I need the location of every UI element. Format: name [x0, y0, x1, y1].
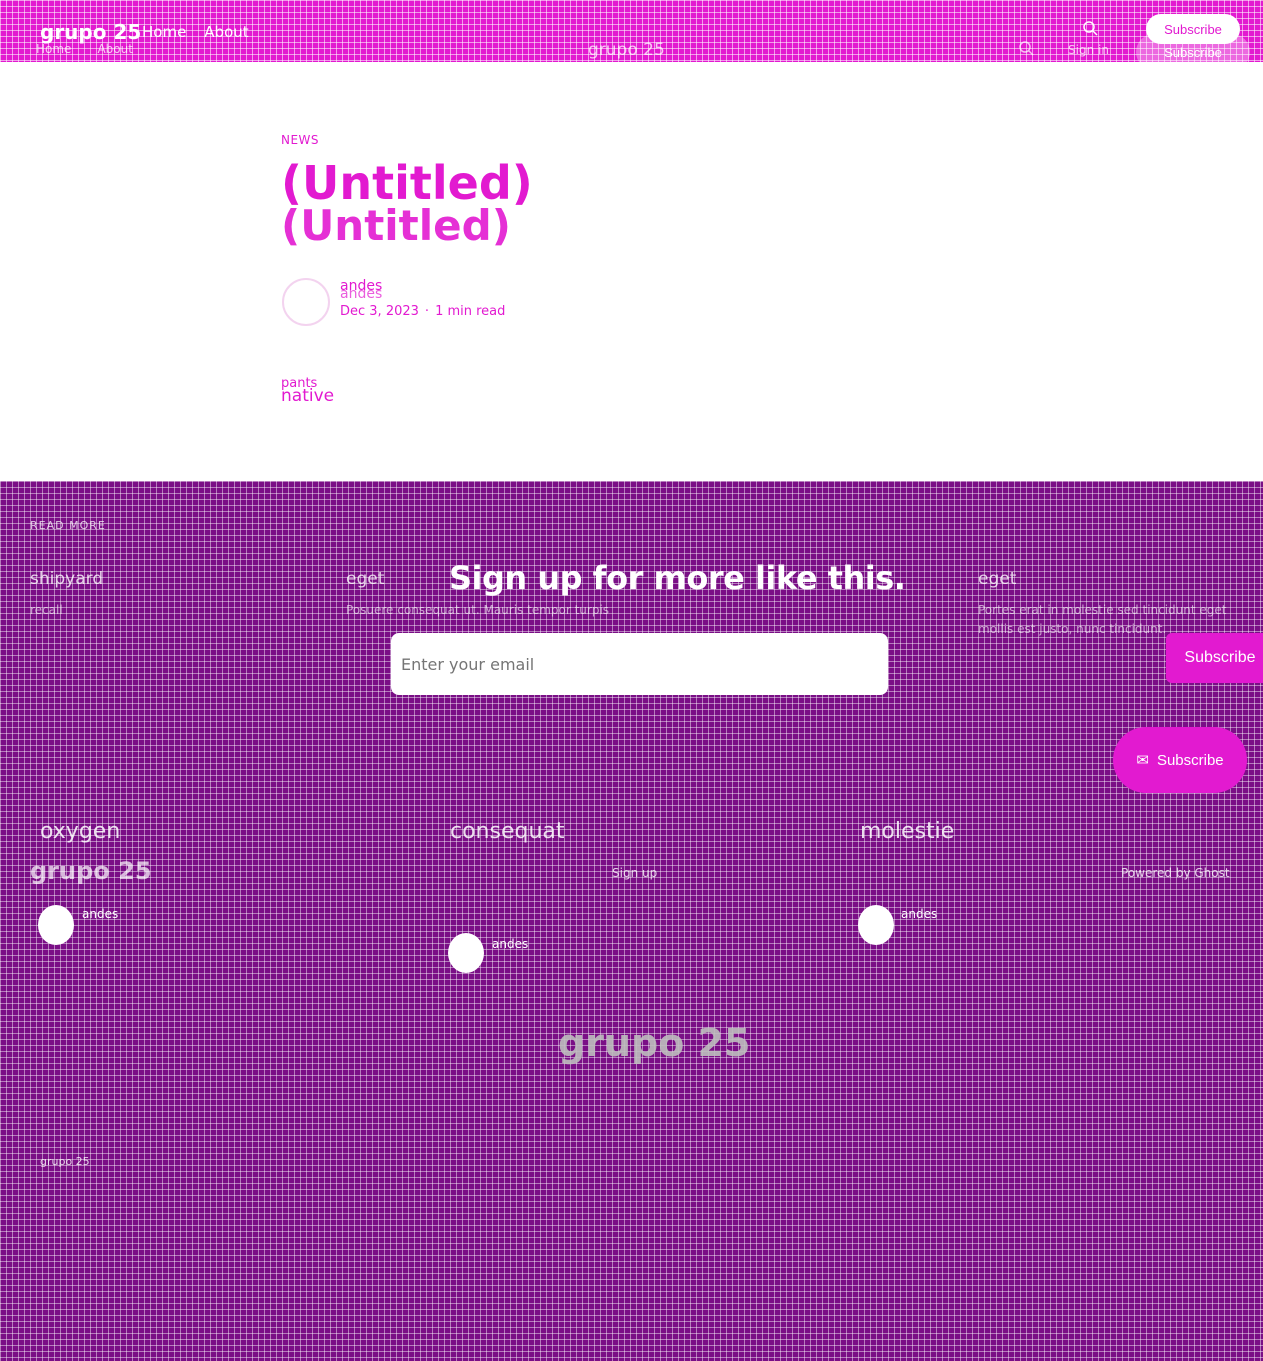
floating-subscribe-label: Subscribe: [1156, 751, 1224, 769]
card-excerpt: recall: [30, 603, 63, 617]
primary-nav: Home About: [142, 23, 249, 41]
footer-big-logo[interactable]: grupo 25: [558, 1021, 750, 1065]
author-avatar[interactable]: [448, 933, 484, 973]
footer-column-heading: molestie: [860, 819, 955, 844]
card-title[interactable]: eget: [346, 569, 384, 589]
footer-region: READ MORE shipyard recall eget Posuere c…: [0, 481, 1263, 1361]
site-logo[interactable]: grupo 25: [40, 20, 141, 44]
author-avatar[interactable]: [38, 905, 74, 945]
search-icon[interactable]: [1018, 40, 1034, 56]
ghost-nav: Home About: [36, 42, 133, 56]
footer-column-heading: oxygen: [40, 819, 121, 844]
post-title-ghost: (Untitled): [281, 201, 511, 250]
footer-column-heading: consequat: [450, 819, 565, 844]
footer-brand[interactable]: grupo 25: [30, 857, 152, 885]
email-input[interactable]: [401, 643, 761, 685]
top-navigation-bar: grupo 25 Home About Home About grupo 25 …: [0, 0, 1263, 70]
author-name[interactable]: andes: [901, 907, 937, 921]
signup-heading: Sign up for more like this.: [449, 559, 906, 597]
card-excerpt: Posuere consequat ut. Mauris tempor turp…: [346, 603, 610, 617]
post-date: Dec 3, 2023: [340, 304, 419, 319]
post-tag[interactable]: native: [281, 386, 334, 406]
floating-subscribe-button[interactable]: ✉ Subscribe: [1113, 727, 1247, 793]
sign-in-link[interactable]: Sign in: [1068, 43, 1109, 57]
card-date: Dec 3, 2023: [420, 635, 493, 649]
author-name[interactable]: andes: [492, 937, 528, 951]
post-category[interactable]: NEWS: [281, 133, 319, 147]
card-date: Dec 3, 2023: [736, 635, 809, 649]
nav-about[interactable]: About: [204, 23, 248, 41]
nav-home[interactable]: Home: [142, 23, 186, 41]
author-avatar[interactable]: [858, 905, 894, 945]
ghost-nav-home[interactable]: Home: [36, 42, 71, 56]
site-title-center: grupo 25: [588, 40, 665, 60]
search-icon[interactable]: [1082, 20, 1098, 36]
read-time: 1 min read: [435, 304, 506, 319]
post-title: (Untitled): [281, 156, 533, 210]
card-title[interactable]: eget: [978, 569, 1016, 589]
signup-subscribe-button[interactable]: Subscribe: [1166, 633, 1263, 683]
author-name-ghost: andes: [340, 286, 383, 302]
meta-separator: ·: [424, 304, 430, 319]
author-avatar[interactable]: [282, 278, 330, 326]
footer-signup-link[interactable]: Sign up: [612, 866, 657, 880]
author-name[interactable]: andes: [82, 907, 118, 921]
footer-copyright: grupo 25: [40, 1155, 90, 1168]
card-title[interactable]: shipyard: [30, 569, 103, 589]
post-meta: Dec 3, 2023 · 1 min read: [340, 304, 505, 319]
subscribe-button-ghost[interactable]: Subscribe: [1136, 34, 1250, 70]
mail-icon: ✉: [1136, 752, 1149, 769]
powered-by-link[interactable]: Powered by Ghost: [1121, 866, 1230, 880]
read-more-heading: READ MORE: [30, 519, 106, 532]
card-author: By andes: [662, 635, 718, 649]
ghost-nav-about[interactable]: About: [97, 42, 132, 56]
